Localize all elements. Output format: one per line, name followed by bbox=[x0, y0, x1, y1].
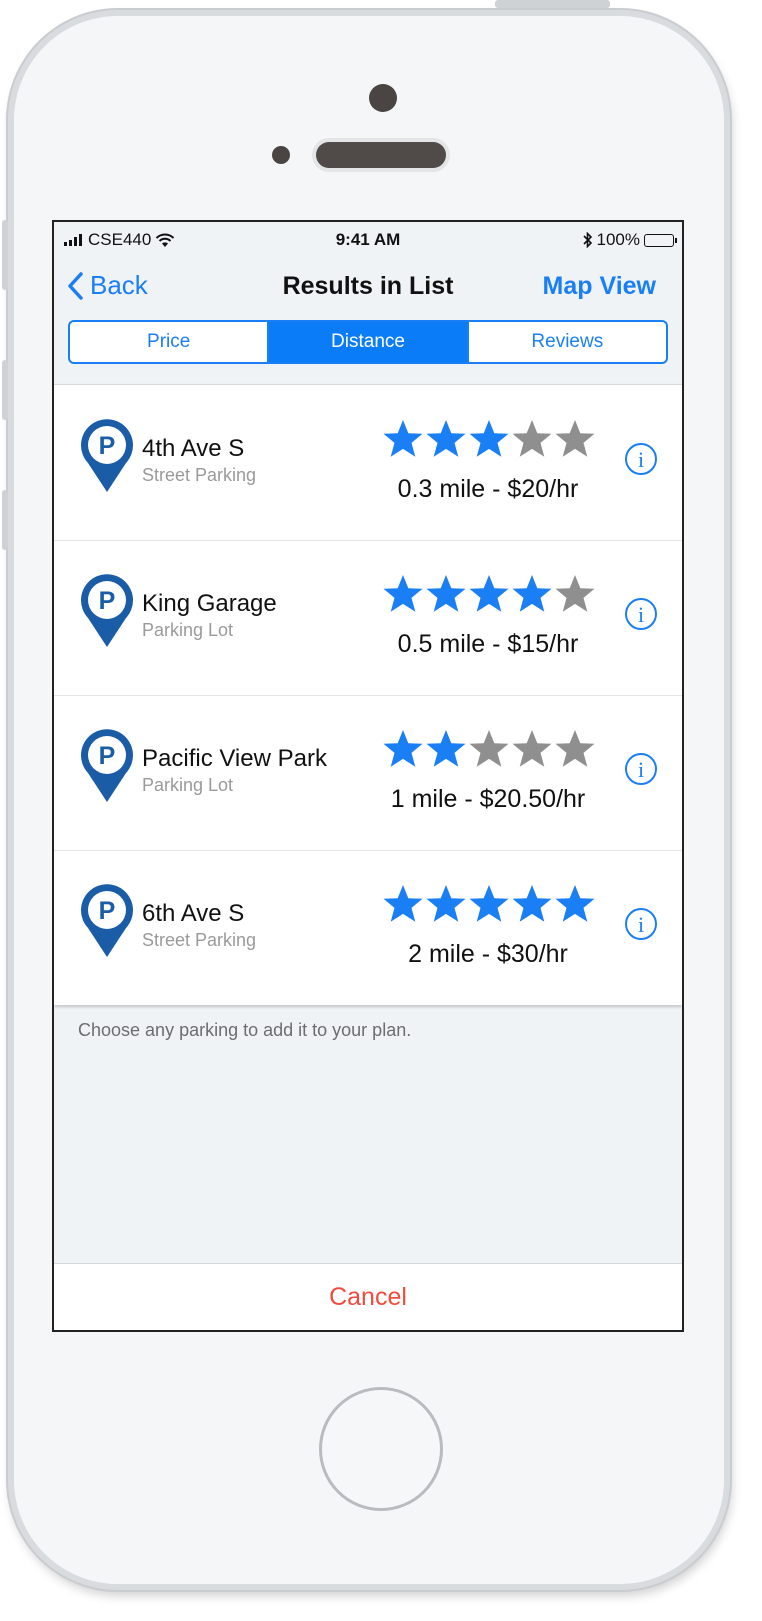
back-label: Back bbox=[90, 270, 148, 300]
star-empty-icon bbox=[555, 420, 595, 457]
result-row[interactable]: P Pacific View Park Parking Lot 1 mile - $2… bbox=[54, 695, 682, 851]
map-view-button[interactable]: Map View bbox=[543, 272, 656, 301]
status-bar: CSE440 9:41 AM 100% bbox=[54, 222, 682, 258]
info-icon[interactable]: i bbox=[624, 752, 658, 786]
distance-price: 1 mile - $20.50/hr bbox=[390, 785, 586, 813]
proximity-sensor bbox=[272, 146, 290, 164]
parking-pin-icon: P bbox=[81, 884, 133, 957]
rating-stars bbox=[382, 418, 596, 460]
star-filled-icon bbox=[469, 420, 509, 457]
info-icon[interactable]: i bbox=[624, 907, 658, 941]
parking-type: Parking Lot bbox=[142, 775, 234, 795]
rating-stars bbox=[382, 728, 596, 770]
star-filled-icon bbox=[383, 730, 423, 767]
volume-up-button bbox=[2, 360, 8, 420]
info-icon[interactable]: i bbox=[624, 597, 658, 631]
parking-name: 6th Ave S bbox=[142, 900, 245, 927]
parking-type: Street Parking bbox=[142, 930, 257, 950]
front-camera bbox=[369, 84, 397, 112]
star-empty-icon bbox=[512, 420, 552, 457]
distance-price: 0.3 mile - $20/hr bbox=[397, 475, 579, 503]
chevron-left-icon bbox=[68, 271, 83, 300]
distance-price: 0.5 mile - $15/hr bbox=[397, 630, 579, 658]
volume-down-button bbox=[2, 490, 8, 550]
star-filled-icon bbox=[512, 885, 552, 922]
results-list: P 4th Ave S Street Parking 0.3 mile - $20/h… bbox=[54, 384, 682, 1005]
star-filled-icon bbox=[555, 885, 595, 922]
status-right-group: 100% bbox=[582, 230, 677, 250]
star-filled-icon bbox=[469, 885, 509, 922]
rating-stars bbox=[382, 883, 596, 925]
star-filled-icon bbox=[383, 885, 423, 922]
star-empty-icon bbox=[469, 730, 509, 767]
app-screen: CSE440 9:41 AM 100% Back Results in List… bbox=[52, 220, 684, 1332]
star-filled-icon bbox=[469, 575, 509, 612]
parking-type: Parking Lot bbox=[142, 620, 234, 640]
star-filled-icon bbox=[426, 730, 466, 767]
star-empty-icon bbox=[555, 575, 595, 612]
parking-name: 4th Ave S bbox=[142, 435, 245, 462]
pin-letter: P bbox=[99, 587, 116, 615]
info-glyph: i bbox=[638, 602, 644, 627]
pin-letter: P bbox=[99, 432, 116, 460]
power-button bbox=[495, 0, 610, 8]
segment-price[interactable]: Price bbox=[70, 322, 267, 362]
rating-stars bbox=[382, 573, 596, 615]
parking-type: Street Parking bbox=[142, 465, 257, 485]
star-empty-icon bbox=[555, 730, 595, 767]
hint-text: Choose any parking to add it to your pla… bbox=[78, 1020, 412, 1040]
back-button[interactable]: Back bbox=[66, 270, 148, 301]
star-filled-icon bbox=[383, 575, 423, 612]
parking-pin-icon: P bbox=[81, 574, 133, 647]
info-icon[interactable]: i bbox=[624, 442, 658, 476]
parking-pin-icon: P bbox=[81, 729, 133, 802]
info-glyph: i bbox=[638, 912, 644, 937]
bluetooth-icon bbox=[582, 232, 592, 248]
parking-name: Pacific View Park bbox=[142, 745, 327, 772]
info-glyph: i bbox=[638, 757, 644, 782]
earpiece-speaker bbox=[316, 142, 446, 168]
info-glyph: i bbox=[638, 447, 644, 472]
parking-pin-icon: P bbox=[81, 419, 133, 492]
star-filled-icon bbox=[426, 420, 466, 457]
segment-distance[interactable]: Distance bbox=[267, 322, 467, 362]
result-row[interactable]: P 6th Ave S Street Parking 2 mile - $30/hr i bbox=[54, 850, 682, 1005]
star-filled-icon bbox=[426, 575, 466, 612]
battery-icon bbox=[644, 233, 677, 247]
navigation-bar: Back Results in List Map View bbox=[54, 258, 682, 318]
star-empty-icon bbox=[512, 730, 552, 767]
sort-segmented-control: Price Distance Reviews bbox=[68, 320, 668, 364]
pin-letter: P bbox=[99, 897, 116, 925]
segment-reviews[interactable]: Reviews bbox=[466, 322, 666, 362]
star-filled-icon bbox=[512, 575, 552, 612]
result-row[interactable]: P 4th Ave S Street Parking 0.3 mile - $20/h… bbox=[54, 385, 682, 541]
cancel-button[interactable]: Cancel bbox=[54, 1263, 682, 1330]
distance-price: 2 mile - $30/hr bbox=[408, 940, 568, 968]
home-button[interactable] bbox=[319, 1387, 443, 1511]
mute-switch bbox=[2, 220, 8, 290]
battery-percent: 100% bbox=[596, 230, 640, 249]
parking-name: King Garage bbox=[142, 590, 277, 617]
pin-letter: P bbox=[99, 742, 116, 770]
result-row[interactable]: P King Garage Parking Lot 0.5 mile - $15/hr… bbox=[54, 540, 682, 696]
star-filled-icon bbox=[383, 420, 423, 457]
star-filled-icon bbox=[426, 885, 466, 922]
